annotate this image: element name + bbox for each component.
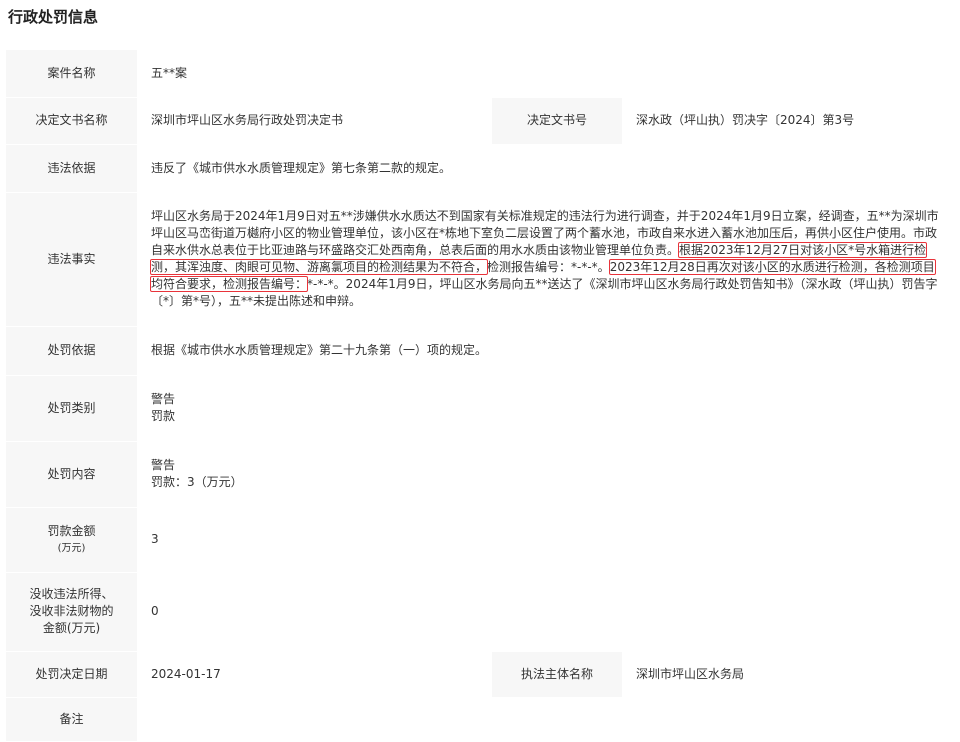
facts-text-part2: 检测报告编号：*-*-*。 bbox=[487, 260, 610, 274]
penalty-type-line-2: 罚款 bbox=[151, 409, 176, 423]
penalty-type-label: 处罚类别 bbox=[6, 375, 137, 442]
page-title: 行政处罚信息 bbox=[8, 8, 99, 26]
row-decision-doc: 决定文书名称 深圳市坪山区水务局行政处罚决定书 决定文书号 深水政（坪山执）罚决… bbox=[6, 97, 959, 145]
decision-doc-name-value: 深圳市坪山区水务局行政处罚决定书 bbox=[137, 97, 492, 145]
penalty-basis-value: 根据《城市供水水质管理规定》第二十九条第（一）项的规定。 bbox=[137, 326, 959, 376]
row-penalty-basis: 处罚依据 根据《城市供水水质管理规定》第二十九条第（一）项的规定。 bbox=[6, 326, 959, 376]
penalty-info-table: 案件名称 五**案 决定文书名称 深圳市坪山区水务局行政处罚决定书 决定文书号 … bbox=[6, 50, 959, 742]
confiscation-label-line-1: 没收违法所得、 bbox=[29, 587, 114, 601]
facts-label: 违法事实 bbox=[6, 192, 137, 327]
decision-doc-number-label: 决定文书号 bbox=[492, 97, 622, 145]
penalty-content-line-2: 罚款：3（万元） bbox=[151, 475, 243, 489]
row-case-name: 案件名称 五**案 bbox=[6, 50, 959, 98]
confiscation-label: 没收违法所得、 没收非法财物的 金额(万元) bbox=[6, 572, 137, 652]
row-facts: 违法事实 坪山区水务局于2024年1月9日对五**涉嫌供水水质达不到国家有关标准… bbox=[6, 192, 959, 327]
row-penalty-type: 处罚类别 警告 罚款 bbox=[6, 375, 959, 442]
penalty-basis-label: 处罚依据 bbox=[6, 326, 137, 376]
row-fine-amount: 罚款金额 (万元) 3 bbox=[6, 507, 959, 573]
remarks-value bbox=[137, 697, 959, 742]
violation-basis-label: 违法依据 bbox=[6, 144, 137, 193]
penalty-type-line-1: 警告 bbox=[151, 392, 176, 406]
fine-amount-label-unit: (万元) bbox=[57, 542, 86, 554]
penalty-content-value: 警告 罚款：3（万元） bbox=[137, 441, 959, 508]
penalty-content-label: 处罚内容 bbox=[6, 441, 137, 508]
facts-value: 坪山区水务局于2024年1月9日对五**涉嫌供水水质达不到国家有关标准规定的违法… bbox=[137, 192, 959, 327]
decision-date-value: 2024-01-17 bbox=[137, 651, 492, 698]
row-remarks: 备注 bbox=[6, 697, 959, 742]
row-confiscation: 没收违法所得、 没收非法财物的 金额(万元) 0 bbox=[6, 572, 959, 652]
violation-basis-value: 违反了《城市供水水质管理规定》第七条第二款的规定。 bbox=[137, 144, 959, 193]
decision-doc-name-label: 决定文书名称 bbox=[6, 97, 137, 145]
penalty-content-line-1: 警告 bbox=[151, 458, 176, 472]
confiscation-value: 0 bbox=[137, 572, 959, 652]
enforcement-body-label: 执法主体名称 bbox=[492, 651, 622, 698]
case-name-label: 案件名称 bbox=[6, 50, 137, 98]
confiscation-label-line-3: 金额(万元) bbox=[42, 621, 101, 635]
fine-amount-value: 3 bbox=[137, 507, 959, 573]
row-penalty-content: 处罚内容 警告 罚款：3（万元） bbox=[6, 441, 959, 508]
fine-amount-label: 罚款金额 (万元) bbox=[6, 507, 137, 573]
row-violation-basis: 违法依据 违反了《城市供水水质管理规定》第七条第二款的规定。 bbox=[6, 144, 959, 193]
decision-date-label: 处罚决定日期 bbox=[6, 651, 137, 698]
penalty-type-value: 警告 罚款 bbox=[137, 375, 959, 442]
confiscation-label-line-2: 没收非法财物的 bbox=[29, 604, 114, 618]
case-name-value: 五**案 bbox=[137, 50, 959, 98]
decision-doc-number-value: 深水政（坪山执）罚决字〔2024〕第3号 bbox=[622, 97, 959, 145]
fine-amount-label-text: 罚款金额 bbox=[47, 523, 96, 538]
remarks-label: 备注 bbox=[6, 697, 137, 742]
enforcement-body-value: 深圳市坪山区水务局 bbox=[622, 651, 959, 698]
row-decision-date: 处罚决定日期 2024-01-17 执法主体名称 深圳市坪山区水务局 bbox=[6, 651, 959, 698]
